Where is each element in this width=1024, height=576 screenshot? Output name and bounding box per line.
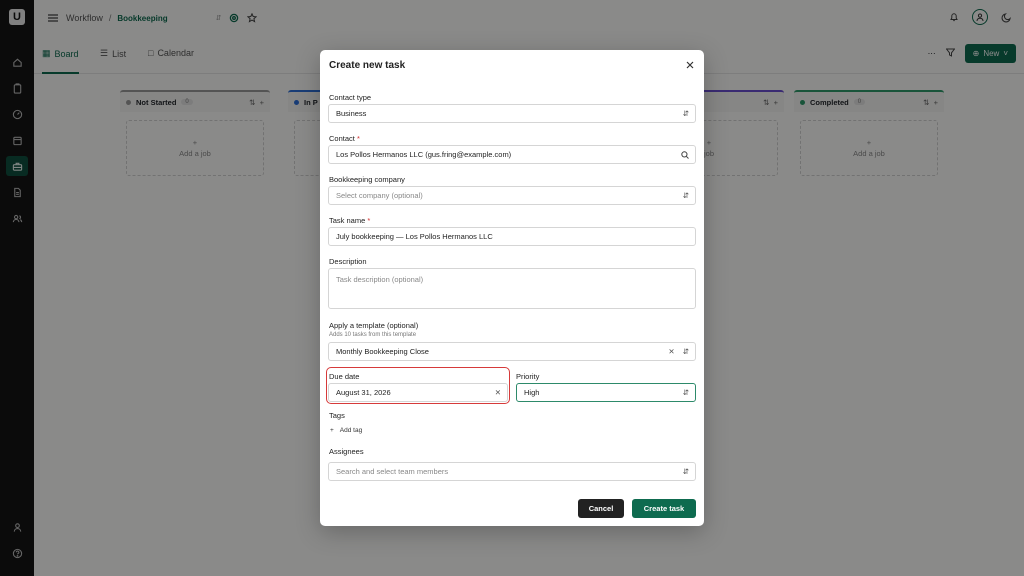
- chevron-updown-icon: ⇵: [682, 467, 689, 476]
- contact-type-select[interactable]: Business ⇵: [328, 104, 696, 123]
- template-select[interactable]: Monthly Bookkeeping Close ✕ ⇵: [328, 342, 696, 361]
- chevron-updown-icon: ⇵: [682, 388, 689, 397]
- search-icon: [681, 150, 689, 159]
- contact-label: Contact *: [329, 134, 360, 143]
- description-textarea[interactable]: Task description (optional): [328, 268, 696, 309]
- task-name-label: Task name *: [329, 216, 370, 225]
- due-date-label: Due date: [329, 372, 360, 381]
- template-hint: Adds 10 tasks from this template: [329, 332, 417, 338]
- create-task-dialog: Create new task Contact type Business ⇵ …: [320, 50, 704, 526]
- contact-type-label: Contact type: [329, 93, 372, 102]
- task-name-value: July bookkeeping — Los Pollos Hermanos L…: [336, 232, 493, 241]
- contact-label-text: Contact: [329, 134, 355, 143]
- company-label: Bookkeeping company: [329, 175, 405, 184]
- dialog-title: Create new task: [329, 60, 406, 71]
- add-tag-button[interactable]: + Add tag: [330, 427, 362, 434]
- due-date-input[interactable]: August 31, 2026 ✕: [328, 383, 508, 402]
- assignees-select[interactable]: Search and select team members ⇵: [328, 462, 696, 481]
- create-task-button[interactable]: Create task: [632, 499, 696, 518]
- template-label: Apply a template (optional): [329, 321, 419, 330]
- chevron-updown-icon: ⇵: [682, 347, 689, 356]
- contact-type-value: Business: [336, 109, 367, 118]
- clear-icon[interactable]: ✕: [495, 388, 501, 397]
- priority-select[interactable]: High ⇵: [516, 383, 696, 402]
- required-mark: *: [367, 216, 371, 225]
- description-placeholder: Task description (optional): [336, 275, 424, 284]
- contact-search-input[interactable]: Los Pollos Hermanos LLC (gus.fring@examp…: [328, 145, 696, 164]
- priority-label: Priority: [516, 372, 540, 381]
- required-mark: *: [356, 134, 360, 143]
- contact-value: Los Pollos Hermanos LLC (gus.fring@examp…: [336, 150, 512, 159]
- close-icon[interactable]: [685, 60, 695, 70]
- task-name-input[interactable]: July bookkeeping — Los Pollos Hermanos L…: [328, 227, 696, 246]
- task-name-label-text: Task name: [329, 216, 366, 225]
- assignees-placeholder: Search and select team members: [336, 467, 449, 476]
- tags-label: Tags: [329, 411, 345, 420]
- description-label: Description: [329, 257, 367, 266]
- add-tag-label: Add tag: [339, 427, 363, 434]
- priority-value: High: [524, 388, 540, 397]
- assignees-label: Assignees: [329, 447, 364, 456]
- clear-icon[interactable]: ✕: [668, 347, 674, 356]
- company-placeholder: Select company (optional): [336, 191, 423, 200]
- plus-icon: +: [330, 427, 334, 434]
- chevron-updown-icon: ⇵: [682, 191, 689, 200]
- due-date-value: August 31, 2026: [336, 388, 391, 397]
- company-select[interactable]: Select company (optional) ⇵: [328, 186, 696, 205]
- cancel-button[interactable]: Cancel: [578, 499, 624, 518]
- template-value: Monthly Bookkeeping Close: [336, 347, 429, 356]
- chevron-updown-icon: ⇵: [682, 109, 689, 118]
